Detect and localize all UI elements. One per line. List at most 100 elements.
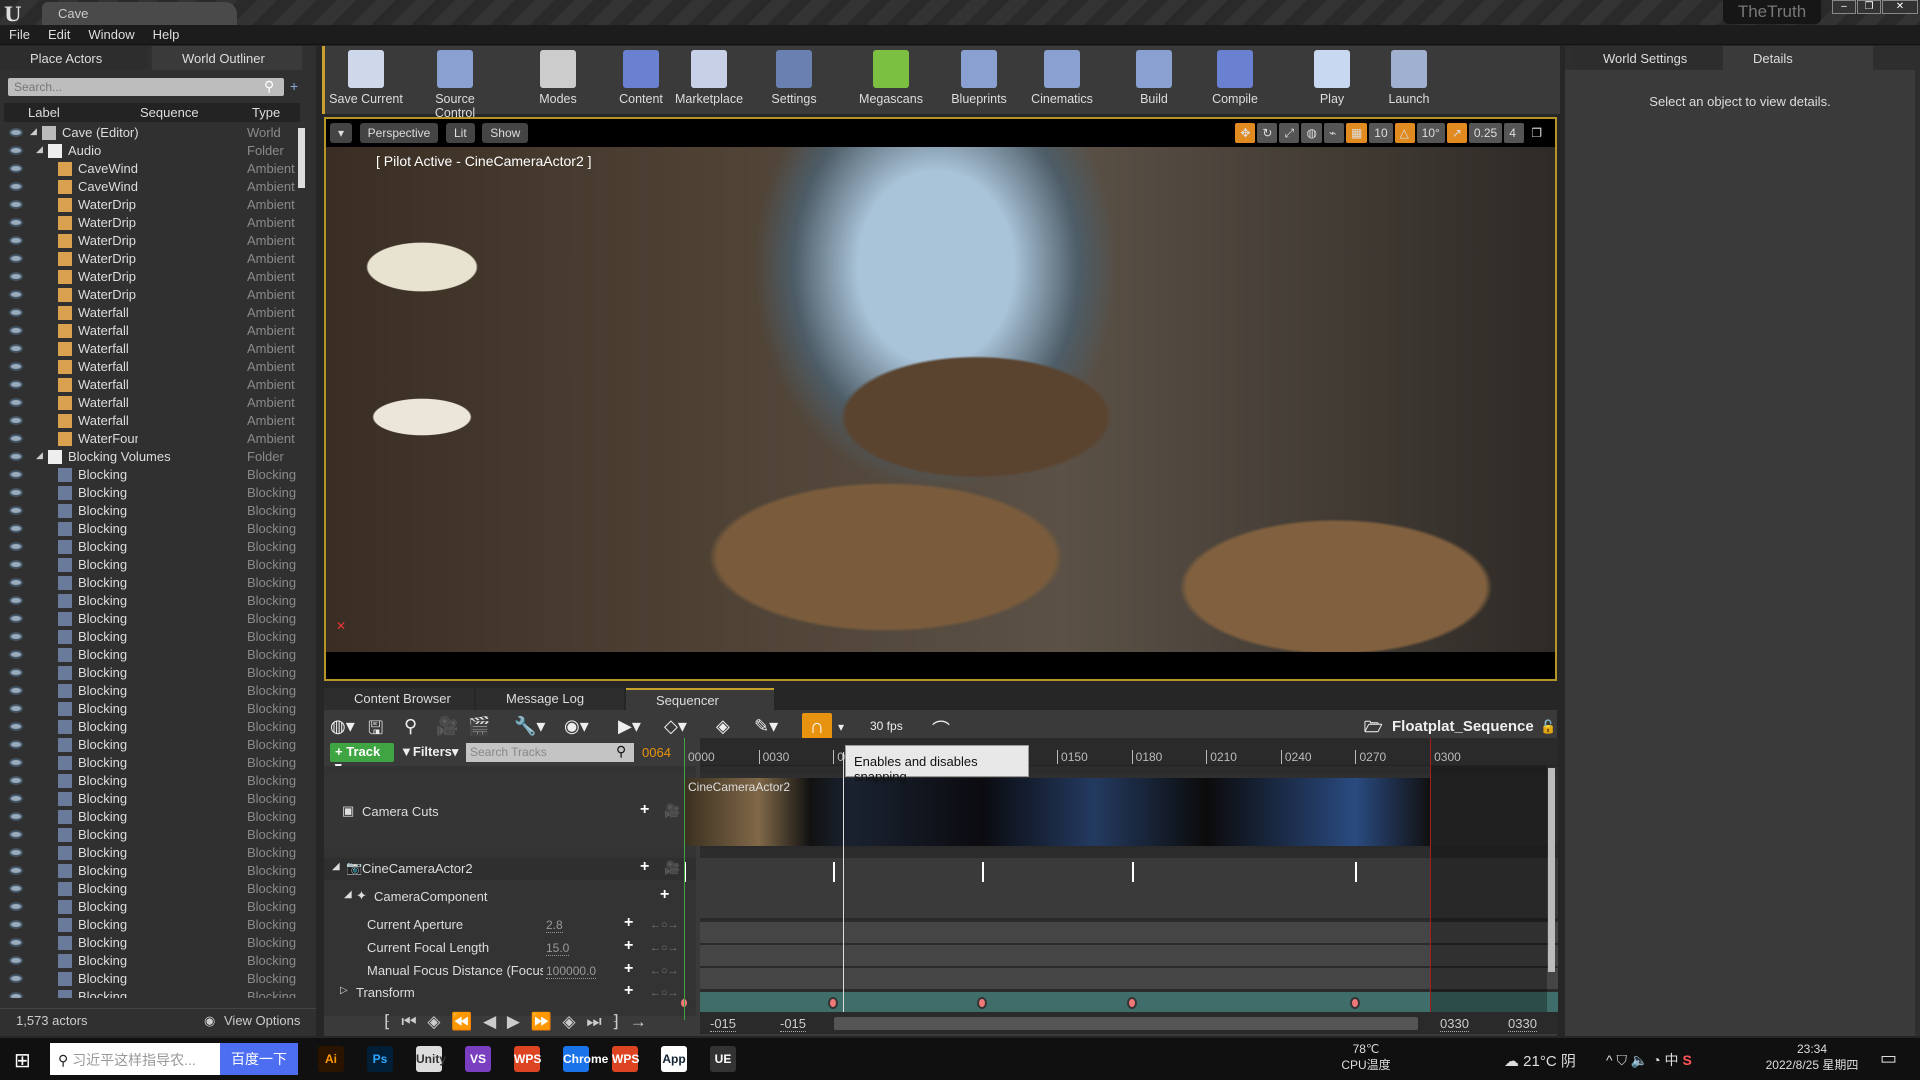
column-label[interactable]: Label (28, 105, 60, 120)
outliner-row[interactable]: Blocking Blocking (0, 646, 300, 664)
camera-icon[interactable]: 🎥 (664, 860, 680, 876)
camera-icon[interactable]: 🎥 (664, 803, 680, 819)
maximize-viewport-icon[interactable]: ❐ (1526, 123, 1547, 143)
visibility-eye-icon[interactable] (9, 830, 23, 839)
camera-speed-value[interactable]: 4 (1504, 123, 1525, 143)
visibility-eye-icon[interactable] (9, 290, 23, 299)
visibility-eye-icon[interactable] (9, 776, 23, 785)
playback-icon[interactable]: ▶▾ (618, 716, 641, 740)
outliner-row[interactable]: WaterDrip Ambient (0, 286, 300, 304)
outliner-row[interactable]: WaterDrip Ambient (0, 232, 300, 250)
property-value[interactable]: 2.8 (546, 918, 563, 933)
toolbar-save-current-button[interactable]: Save Current (326, 50, 406, 106)
outliner-row[interactable]: Blocking Blocking (0, 466, 300, 484)
expand-arrow-icon[interactable]: ◢ (36, 450, 43, 461)
outliner-row[interactable]: Waterfall Ambient (0, 322, 300, 340)
outliner-row[interactable]: WaterDrip Ambient (0, 268, 300, 286)
outliner-row[interactable]: Waterfall Ambient (0, 358, 300, 376)
outliner-row[interactable]: Blocking Blocking (0, 862, 300, 880)
visibility-eye-icon[interactable] (9, 506, 23, 515)
key-navigation[interactable]: ←○→ (650, 987, 679, 999)
property-value[interactable]: 15.0 (546, 941, 570, 956)
outliner-row[interactable]: ◢ Blocking Volumes Folder (0, 448, 300, 466)
property-value[interactable]: 100000.0 (546, 964, 597, 979)
outliner-row[interactable]: Blocking Blocking (0, 538, 300, 556)
visibility-eye-icon[interactable] (9, 704, 23, 713)
outliner-row[interactable]: CaveWind Ambient (0, 160, 300, 178)
current-frame[interactable]: 0064 (642, 745, 671, 760)
toolbar-play-button[interactable]: Play (1292, 50, 1372, 106)
settings-wrench-icon[interactable]: 🔧▾ (514, 716, 545, 740)
level-viewport[interactable]: ▾ Perspective Lit Show [ Pilot Active - … (324, 117, 1557, 681)
menu-help[interactable]: Help (144, 25, 189, 44)
edit-pencil-icon[interactable]: ✎▾ (754, 716, 778, 740)
key-navigation[interactable]: ←○→ (650, 919, 679, 931)
taskbar-app-wps[interactable]: WPS (514, 1046, 541, 1072)
outliner-row[interactable]: Blocking Blocking (0, 484, 300, 502)
taskbar-app-wps[interactable]: WPS (612, 1046, 639, 1072)
outliner-row[interactable]: WaterDrip Ambient (0, 250, 300, 268)
restore-button[interactable]: ❐ (1857, 0, 1881, 14)
visibility-eye-icon[interactable] (9, 956, 23, 965)
key-navigation[interactable]: ←○→ (650, 942, 679, 954)
view-range-end[interactable]: 0330 (1508, 1016, 1537, 1032)
rotation-snap-icon[interactable]: △ (1394, 123, 1415, 143)
toolbar-cinematics-button[interactable]: Cinematics (1022, 50, 1102, 106)
tab-details[interactable]: Details (1723, 46, 1873, 70)
outliner-row[interactable]: Blocking Blocking (0, 952, 300, 970)
visibility-eye-icon[interactable] (9, 758, 23, 767)
find-icon[interactable]: ⚲ (404, 716, 417, 740)
taskbar-app-chrome[interactable]: Chrome (563, 1046, 608, 1072)
visibility-eye-icon[interactable] (9, 254, 23, 263)
taskbar-app-app[interactable]: App (661, 1046, 687, 1072)
taskbar-app-unity[interactable]: Unity (416, 1046, 446, 1072)
close-button[interactable]: ✕ (1882, 0, 1918, 14)
outliner-row[interactable]: Blocking Blocking (0, 790, 300, 808)
column-type[interactable]: Type (252, 105, 280, 120)
add-button[interactable]: + (660, 886, 669, 904)
curve-editor-icon[interactable]: ⌒ (932, 716, 950, 740)
visibility-eye-icon[interactable] (9, 236, 23, 245)
outliner-row[interactable]: Waterfall Ambient (0, 376, 300, 394)
surface-snap-icon[interactable]: ⌁ (1323, 123, 1344, 143)
view-range-start[interactable]: -015 (710, 1016, 737, 1032)
sogou-icon[interactable]: S (1682, 1052, 1691, 1068)
outliner-row[interactable]: Blocking Blocking (0, 898, 300, 916)
outliner-row[interactable]: Blocking Blocking (0, 844, 300, 862)
visibility-eye-icon[interactable] (9, 992, 23, 998)
visibility-eye-icon[interactable] (9, 326, 23, 335)
visibility-eye-icon[interactable] (9, 182, 23, 191)
outliner-row[interactable]: Blocking Blocking (0, 934, 300, 952)
outliner-row[interactable]: WaterFountain Ambient (0, 430, 300, 448)
outliner-row[interactable]: Blocking Blocking (0, 700, 300, 718)
visibility-eye-icon[interactable] (9, 686, 23, 695)
expand-arrow-icon[interactable]: ◢ (36, 144, 43, 155)
transport-controls[interactable]: ⁅ ⏮ ◈ ⏪ ◀ ▶ ⏩ ◈ ⏭ ⁆ → (384, 1012, 650, 1032)
rotation-snap-value[interactable]: 10° (1416, 123, 1445, 143)
volume-icon[interactable]: 🔈 (1631, 1052, 1652, 1068)
visibility-eye-icon[interactable] (9, 416, 23, 425)
visibility-eye-icon[interactable] (9, 650, 23, 659)
camera-icon[interactable]: 🎥 (436, 716, 458, 740)
outliner-row[interactable]: Blocking Blocking (0, 916, 300, 934)
menu-window[interactable]: Window (79, 25, 143, 44)
toolbar-build-button[interactable]: Build (1114, 50, 1194, 106)
outliner-row[interactable]: Blocking Blocking (0, 988, 300, 998)
key-navigation[interactable]: ←○→ (650, 965, 679, 977)
toolbar-modes-button[interactable]: Modes (518, 50, 598, 106)
tab-content-browser[interactable]: Content Browser (324, 688, 474, 710)
add-key-button[interactable]: + (624, 982, 633, 1000)
baidu-search-button[interactable]: 百度一下 (220, 1043, 298, 1075)
visibility-eye-icon[interactable] (9, 380, 23, 389)
visibility-eye-icon[interactable] (9, 848, 23, 857)
track-camera-cuts[interactable]: ▣ Camera Cuts + 🎥 (324, 774, 696, 848)
visibility-eye-icon[interactable] (9, 578, 23, 587)
clock[interactable]: 23:34 2022/8/25 星期四 (1760, 1042, 1864, 1073)
expand-arrow-icon[interactable]: ◢ (30, 126, 37, 137)
outliner-row[interactable]: ◢ Cave (Editor) World (0, 124, 300, 142)
visibility-eye-icon[interactable] (9, 452, 23, 461)
tab-sequencer[interactable]: Sequencer (626, 688, 774, 710)
viewport-menu-button[interactable]: ▾ (330, 123, 353, 143)
system-tray[interactable]: ^ ⛉ 🔈 ◔ 中 S (1606, 1050, 1692, 1070)
outliner-row[interactable]: Blocking Blocking (0, 610, 300, 628)
